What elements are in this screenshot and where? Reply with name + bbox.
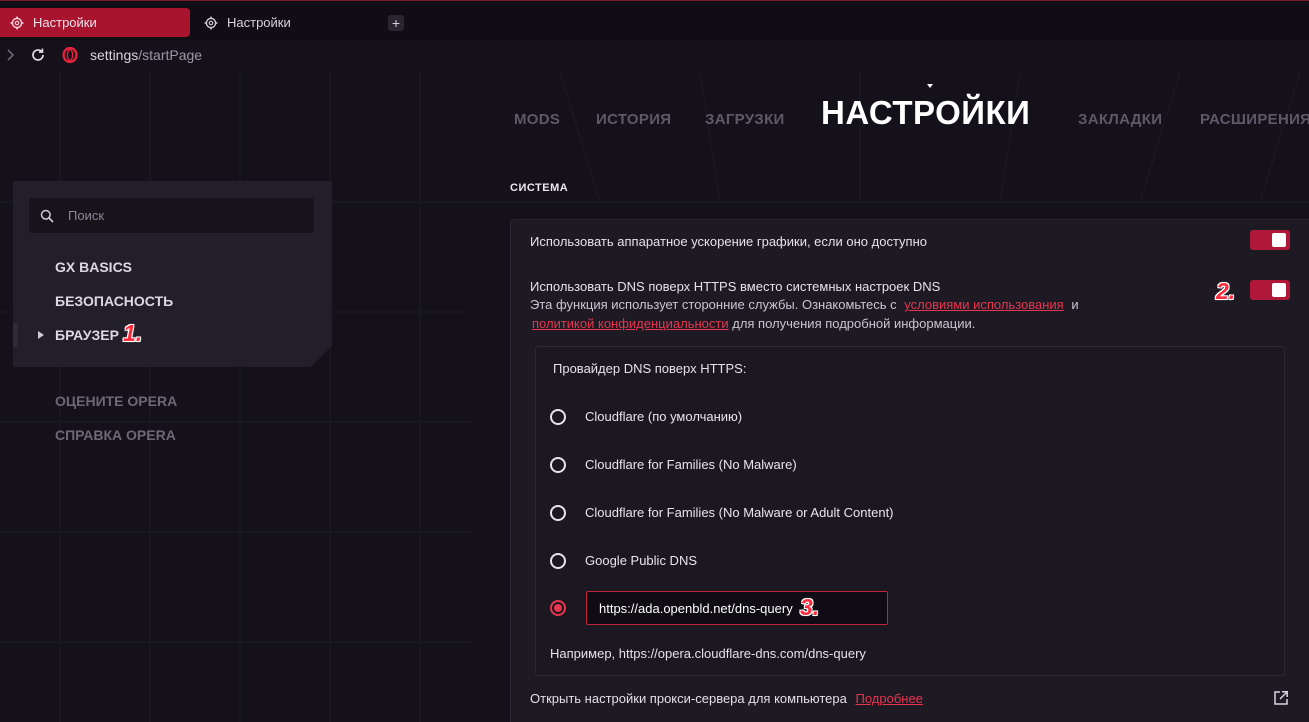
doh-desc-text: Эта функция использует сторонние службы.…: [530, 297, 897, 312]
gear-icon: [10, 16, 24, 30]
gear-icon: [204, 16, 218, 30]
caret-down-icon: [927, 84, 933, 88]
search-input[interactable]: [66, 207, 296, 224]
sidebar-item-browser[interactable]: БРАУЗЕР: [55, 327, 119, 343]
annotation-3: 3.: [800, 594, 820, 620]
doh-description-line-2: политикой конфиденциальности для получен…: [532, 316, 975, 331]
radio-label-cloudflare[interactable]: Cloudflare (по умолчанию): [585, 409, 742, 424]
doh-label: Использовать DNS поверх HTTPS вместо сис…: [530, 279, 941, 294]
nav-extensions[interactable]: РАСШИРЕНИЯ: [1200, 111, 1309, 128]
proxy-row: Открыть настройки прокси-сервера для ком…: [530, 691, 923, 706]
radio-label-cloudflare-families-adult[interactable]: Cloudflare for Families (No Malware or A…: [585, 505, 894, 520]
annotation-1: 1.: [123, 320, 143, 346]
url-field[interactable]: settings/startPage: [90, 47, 202, 63]
sidebar-item-security[interactable]: БЕЗОПАСНОСТЬ: [55, 293, 173, 309]
sidebar-item-gx-basics[interactable]: GX BASICS: [55, 259, 132, 275]
privacy-link[interactable]: политикой конфиденциальности: [532, 316, 729, 331]
nav-downloads[interactable]: ЗАГРУЗКИ: [705, 111, 785, 128]
new-tab-button[interactable]: +: [388, 15, 404, 31]
radio-label-cloudflare-families[interactable]: Cloudflare for Families (No Malware): [585, 457, 797, 472]
hw-accel-toggle[interactable]: [1250, 230, 1290, 250]
section-title: СИСТЕМА: [510, 182, 569, 194]
annotation-2: 2.: [1216, 278, 1236, 304]
custom-provider-input[interactable]: [586, 591, 888, 625]
radio-cloudflare-families-adult[interactable]: [550, 505, 566, 521]
hw-accel-label: Использовать аппаратное ускорение график…: [530, 234, 927, 249]
terms-link[interactable]: условиями использования: [904, 297, 1063, 312]
tab-strip: Настройки Настройки +: [0, 0, 1309, 40]
nav-history[interactable]: ИСТОРИЯ: [596, 111, 671, 128]
caret-right-icon[interactable]: [38, 331, 44, 339]
proxy-label: Открыть настройки прокси-сервера для ком…: [530, 691, 847, 706]
forward-icon[interactable]: [4, 47, 18, 63]
tab-label: Настройки: [33, 15, 97, 30]
example-text: Например, https://opera.cloudflare-dns.c…: [550, 646, 866, 661]
doh-description-line-1: Эта функция использует сторонние службы.…: [530, 297, 1079, 312]
radio-label-google-dns[interactable]: Google Public DNS: [585, 553, 697, 568]
sidebar-item-rate-opera[interactable]: ОЦЕНИТЕ OPERA: [55, 393, 177, 409]
tab-settings-active[interactable]: Настройки: [0, 8, 190, 37]
proxy-more-link[interactable]: Подробнее: [855, 691, 922, 706]
url-host: settings: [90, 47, 139, 63]
tab-label: Настройки: [227, 15, 291, 30]
radio-custom-provider[interactable]: [550, 600, 566, 616]
provider-title: Провайдер DNS поверх HTTPS:: [553, 361, 747, 376]
search-icon: [40, 209, 54, 223]
sidebar-item-opera-help[interactable]: СПРАВКА OPERA: [55, 427, 176, 443]
search-box[interactable]: [29, 198, 314, 233]
nav-mods[interactable]: MODS: [514, 111, 560, 128]
toggle-knob: [1272, 283, 1286, 297]
nav-bookmarks[interactable]: ЗАКЛАДКИ: [1078, 111, 1162, 128]
doh-desc-text-2: для получения подробной информации.: [732, 316, 976, 331]
radio-google-dns[interactable]: [550, 553, 566, 569]
url-path: /startPage: [138, 47, 203, 63]
toggle-knob: [1272, 233, 1286, 247]
reload-icon[interactable]: [30, 47, 46, 63]
sidebar-selection-edge: [13, 323, 18, 347]
page-title: НАСТРОЙКИ: [821, 94, 1031, 131]
external-link-icon[interactable]: [1273, 690, 1289, 706]
doh-desc-and: и: [1071, 297, 1079, 312]
radio-cloudflare-families[interactable]: [550, 457, 566, 473]
address-bar: settings/startPage: [0, 40, 1309, 72]
opera-logo-icon: [62, 46, 78, 64]
radio-cloudflare[interactable]: [550, 409, 566, 425]
doh-toggle[interactable]: [1250, 280, 1290, 300]
tab-settings[interactable]: Настройки: [196, 8, 376, 37]
